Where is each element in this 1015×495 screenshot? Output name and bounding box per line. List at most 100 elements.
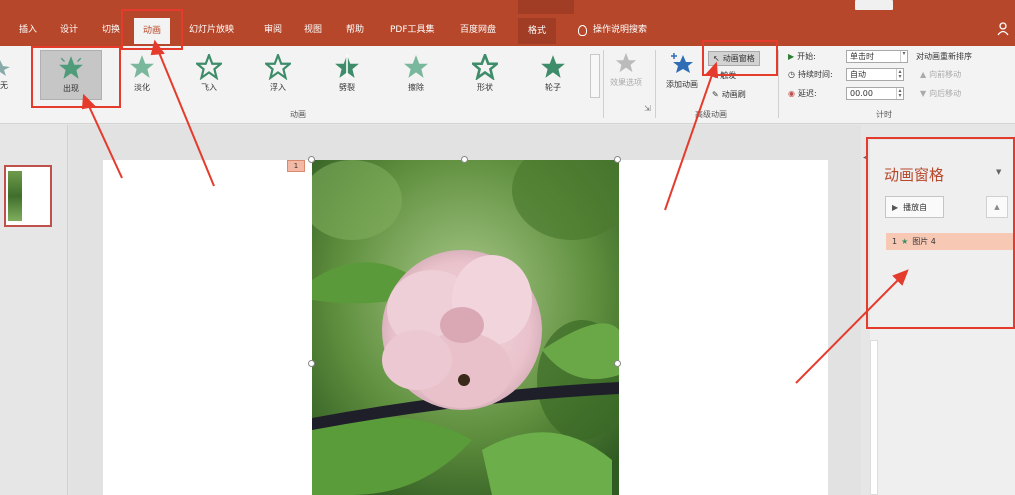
resize-handle[interactable] xyxy=(461,156,468,163)
powerpoint-window: 插入 设计 切换 动画 幻灯片放映 审阅 视图 帮助 PDF工具集 百度网盘 格… xyxy=(0,0,1015,495)
pane-scrollbar[interactable] xyxy=(870,340,878,495)
group-label-animation: 动画 xyxy=(290,110,306,119)
thumbnail-photo xyxy=(8,171,22,221)
animation-pane-button[interactable]: ↖ 动画窗格 xyxy=(708,51,760,66)
animation-pane-icon: ↖ xyxy=(713,54,720,63)
lightbulb-icon xyxy=(578,24,587,36)
tab-transitions[interactable]: 切换 xyxy=(100,20,122,40)
lightning-icon: ϟ xyxy=(712,71,718,80)
animation-wheel[interactable]: 轮子 xyxy=(522,50,584,100)
animation-label: 轮子 xyxy=(545,83,561,92)
animation-label: 飞入 xyxy=(201,83,217,92)
tab-baidu-netdisk[interactable]: 百度网盘 xyxy=(458,20,498,40)
animation-fly-in[interactable]: 飞入 xyxy=(178,50,240,100)
resize-handle[interactable] xyxy=(614,360,621,367)
spinner-icon: ▴ ▾ xyxy=(896,69,903,80)
start-select[interactable]: 单击时 ▾ xyxy=(846,50,908,63)
animation-pane-label: 动画窗格 xyxy=(722,54,755,63)
animation-appear[interactable]: 出现 xyxy=(40,50,102,100)
user-icon[interactable] xyxy=(997,22,1009,36)
pane-options-dropdown[interactable]: ▼ xyxy=(996,168,1001,176)
fly-in-star-icon xyxy=(196,54,222,80)
tab-animations[interactable]: 动画 xyxy=(134,18,171,44)
animation-wipe[interactable]: 擦除 xyxy=(385,50,447,100)
chevron-down-icon: ▾ xyxy=(900,51,907,62)
tell-me-label: 操作说明搜索 xyxy=(593,25,648,35)
play-from-button[interactable]: ▶ 播放自 xyxy=(885,196,944,218)
fade-star-icon xyxy=(130,55,154,78)
animation-target-name: 图片 4 xyxy=(912,237,936,246)
tab-review[interactable]: 审阅 xyxy=(262,20,284,40)
star-icon: ★ xyxy=(901,237,909,246)
pane-move-up-button[interactable]: ▲ xyxy=(986,196,1008,218)
duration-value: 自动 xyxy=(850,70,866,79)
effect-options-button[interactable]: 效果选项 xyxy=(606,52,646,88)
animation-label: 出现 xyxy=(63,84,79,93)
paintbrush-icon: ✎ xyxy=(712,90,719,99)
move-later-button[interactable]: ▼ 向后移动 xyxy=(920,88,961,99)
window-control-button[interactable] xyxy=(855,0,893,10)
move-earlier-button[interactable]: ▲ 向前移动 xyxy=(920,69,961,80)
tab-insert[interactable]: 插入 xyxy=(17,20,39,40)
resize-handle[interactable] xyxy=(614,156,621,163)
add-animation-button[interactable]: 添加动画 xyxy=(660,52,704,90)
delay-value: 00.00 xyxy=(850,89,873,98)
gallery-scrollbar[interactable] xyxy=(590,54,600,98)
resize-handle[interactable] xyxy=(308,156,315,163)
tell-me-search[interactable]: 操作说明搜索 xyxy=(578,20,647,40)
tab-slideshow[interactable]: 幻灯片放映 xyxy=(187,20,236,40)
group-divider xyxy=(603,50,604,118)
slide-thumbnail[interactable] xyxy=(4,165,52,227)
duration-row: ◷ 持续时间: xyxy=(788,69,833,80)
animation-label: 劈裂 xyxy=(339,83,355,92)
add-animation-label: 添加动画 xyxy=(666,80,698,89)
animation-label: 浮入 xyxy=(270,83,286,92)
star-icon xyxy=(0,60,10,76)
animation-split[interactable]: 劈裂 xyxy=(316,50,378,100)
animations-ribbon: 无 出现 淡化 飞入 浮入 劈裂 擦除 形状 轮子 效果选项 动画 ⇲ 添加动画… xyxy=(0,46,1015,124)
wheel-star-icon xyxy=(541,55,565,78)
tab-format[interactable]: 格式 xyxy=(518,18,557,44)
context-tab-header xyxy=(518,0,574,14)
start-value: 单击时 xyxy=(850,52,874,61)
shape-star-icon xyxy=(472,54,498,80)
trigger-button[interactable]: ϟ 触发 xyxy=(712,70,736,81)
delay-input[interactable]: 00.00 ▴ ▾ xyxy=(846,87,904,100)
tab-pdf-tools[interactable]: PDF工具集 xyxy=(388,20,437,40)
slide-thumbnail-pane xyxy=(0,125,68,495)
clock-icon: ◷ xyxy=(788,70,795,79)
tab-design[interactable]: 设计 xyxy=(58,20,80,40)
animation-painter-button[interactable]: ✎ 动画刷 xyxy=(712,89,746,100)
resize-handle[interactable] xyxy=(308,360,315,367)
animation-shape[interactable]: 形状 xyxy=(454,50,516,100)
group-divider xyxy=(778,50,779,118)
float-in-star-icon xyxy=(265,54,291,80)
play-icon: ▶ xyxy=(892,202,899,212)
collapse-arrow-icon[interactable]: ◂ xyxy=(863,154,871,164)
start-label: 开始: xyxy=(797,52,816,61)
gallery-none-partial[interactable] xyxy=(0,58,10,76)
tab-view[interactable]: 视图 xyxy=(302,20,324,40)
animation-fade[interactable]: 淡化 xyxy=(111,50,173,100)
duration-input[interactable]: 自动 ▴ ▾ xyxy=(846,68,904,81)
arrow-down-icon: ▼ xyxy=(920,89,927,98)
animation-list-item[interactable]: 1 ★ 图片 4 xyxy=(886,233,1015,250)
trigger-label: 触发 xyxy=(720,71,737,80)
animation-dialog-launcher[interactable]: ⇲ xyxy=(644,104,651,113)
play-from-label: 播放自 xyxy=(903,202,928,212)
effect-options-icon xyxy=(615,52,637,73)
animation-order-badge[interactable]: 1 xyxy=(287,160,305,172)
animation-painter-label: 动画刷 xyxy=(721,90,746,99)
spinner-icon: ▴ ▾ xyxy=(896,88,903,99)
animation-label: 形状 xyxy=(477,83,493,92)
add-animation-icon xyxy=(671,53,693,73)
arrow-up-icon: ▲ xyxy=(920,70,927,79)
delay-label: 延迟: xyxy=(797,89,817,98)
flower-picture[interactable] xyxy=(312,160,619,495)
play-icon: ▶ xyxy=(788,52,795,61)
ribbon-tab-row: 插入 设计 切换 动画 幻灯片放映 审阅 视图 帮助 PDF工具集 百度网盘 格… xyxy=(0,14,1015,46)
animation-float-in[interactable]: 浮入 xyxy=(247,50,309,100)
delay-clock-icon: ◉ xyxy=(788,89,795,98)
animation-label: 擦除 xyxy=(408,83,424,92)
tab-help[interactable]: 帮助 xyxy=(344,20,366,40)
